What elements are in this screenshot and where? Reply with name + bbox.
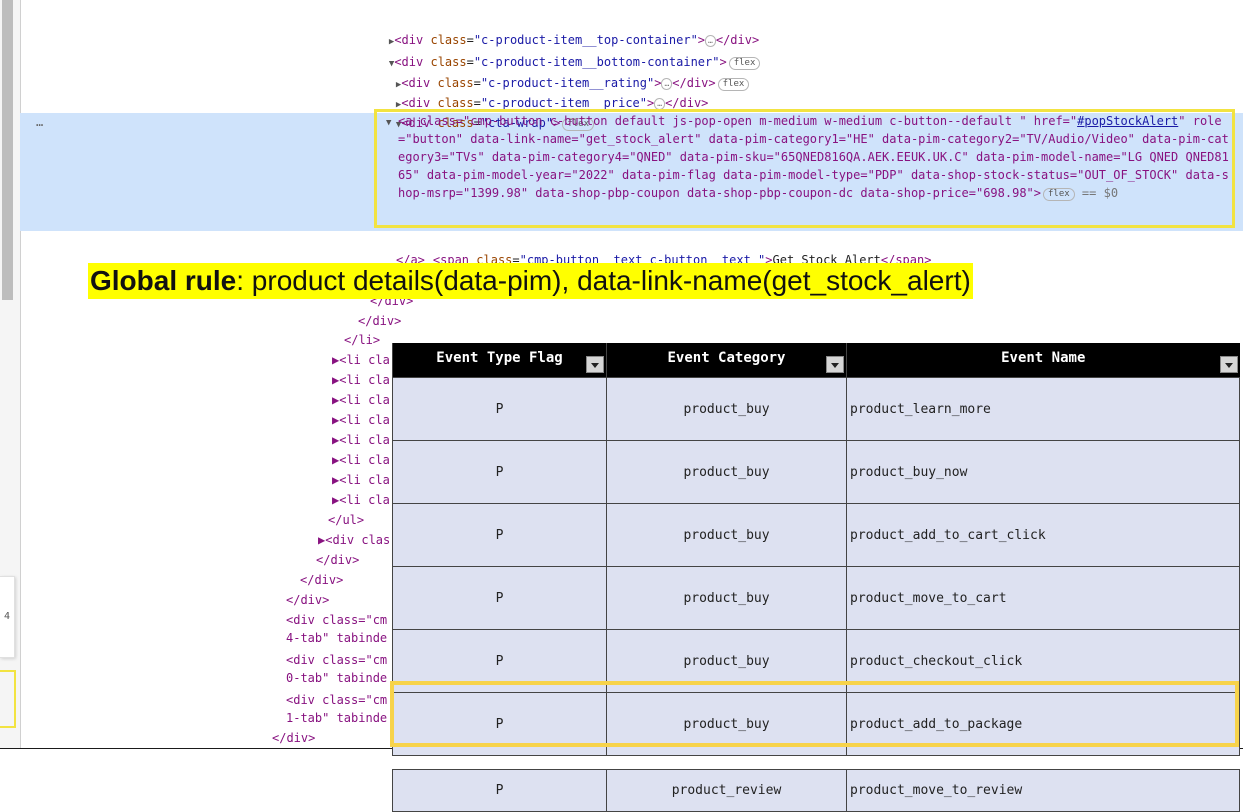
- node-actions-dots[interactable]: …: [36, 115, 43, 129]
- side-highlight-box: [0, 670, 16, 728]
- header-event-category: Event Category: [606, 343, 847, 378]
- global-rule-prefix: Global rule: [90, 265, 237, 296]
- dom-node-tab-cont[interactable]: 4-tab" tabinde: [286, 629, 387, 647]
- table-row[interactable]: Pproduct_buy product_add_to_cart_click: [392, 503, 1240, 567]
- table-gap: [392, 755, 1240, 770]
- global-rule-text: : product details(data-pim), data-link-n…: [236, 265, 971, 296]
- side-card: 4: [0, 576, 15, 658]
- dom-close-li[interactable]: </li>: [344, 331, 380, 349]
- dom-close-ul[interactable]: </ul>: [328, 511, 364, 529]
- scrollbar-thumb[interactable]: [2, 0, 13, 300]
- dom-node-tab-cont[interactable]: 1-tab" tabinde: [286, 709, 387, 727]
- dom-close-div[interactable]: </div>: [316, 551, 359, 569]
- dom-node-li[interactable]: ▶<li cla: [332, 411, 390, 429]
- dom-node-li[interactable]: ▶<li cla: [332, 471, 390, 489]
- row-highlight-box: [390, 681, 1239, 747]
- selected-node-highlight-box: [374, 109, 1235, 228]
- dom-node-tab[interactable]: <div class="cm: [286, 611, 387, 629]
- dom-node-li[interactable]: ▶<li cla: [332, 451, 390, 469]
- dom-close-div[interactable]: </div>: [358, 312, 401, 330]
- table-row[interactable]: Pproduct_buy product_learn_more: [392, 377, 1240, 441]
- table-row[interactable]: Pproduct_buy product_move_to_cart: [392, 566, 1240, 630]
- dom-node-li[interactable]: ▶<li cla: [332, 491, 390, 509]
- table-row[interactable]: Pproduct_review product_move_to_review: [392, 769, 1240, 812]
- dom-node-tab[interactable]: <div class="cm: [286, 651, 387, 669]
- dom-node-li[interactable]: ▶<li cla: [332, 431, 390, 449]
- dom-node-div[interactable]: ▶<div clas: [318, 531, 390, 549]
- dom-close-div[interactable]: </div>: [300, 571, 343, 589]
- dom-node-li[interactable]: ▶<li cla: [332, 351, 390, 369]
- filter-dropdown-icon[interactable]: [586, 356, 604, 373]
- dom-node-tab[interactable]: <div class="cm: [286, 691, 387, 709]
- header-event-type-flag: Event Type Flag: [392, 343, 607, 378]
- filter-dropdown-icon[interactable]: [826, 356, 844, 373]
- table-header-row: Event Type Flag Event Category Event Nam…: [392, 343, 1240, 378]
- dom-node-li[interactable]: ▶<li cla: [332, 391, 390, 409]
- global-rule-annotation: Global rule: product details(data-pim), …: [88, 263, 973, 299]
- dom-close-div[interactable]: </div>: [272, 729, 315, 747]
- header-event-name: Event Name: [846, 343, 1240, 378]
- filter-dropdown-icon[interactable]: [1219, 356, 1238, 373]
- flex-badge[interactable]: flex: [717, 78, 750, 91]
- table-row[interactable]: Pproduct_buy product_buy_now: [392, 440, 1240, 504]
- dom-node-li[interactable]: ▶<li cla: [332, 371, 390, 389]
- dom-node-tab-cont[interactable]: 0-tab" tabinde: [286, 669, 387, 687]
- dom-close-div[interactable]: </div>: [286, 591, 329, 609]
